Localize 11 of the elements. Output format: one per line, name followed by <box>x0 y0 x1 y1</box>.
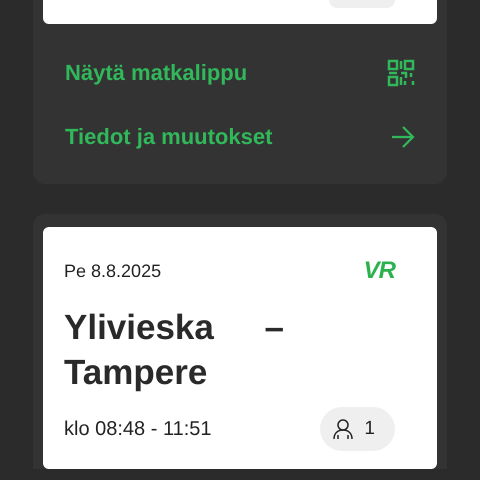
passenger-count: 1 <box>364 418 375 440</box>
person-icon <box>332 418 354 440</box>
trip-date: Pe 8.8.2025 <box>64 260 162 282</box>
action-link[interactable]: Tiedot ja muutokset <box>65 116 415 158</box>
trip-route: Ylivieska – Tampere <box>64 307 284 394</box>
arrow-right-icon <box>391 126 415 148</box>
logo: VR <box>364 257 395 285</box>
trip-time: klo 08:48 - 11:51 <box>64 418 212 440</box>
qr-code-icon <box>387 59 415 87</box>
trip-card[interactable]: Pe 8.8.2025 VR Ylivieska – Tampere klo 08:48 - 11:51 1 <box>43 227 437 469</box>
action-link[interactable]: Näytä matkalippu <box>65 52 415 94</box>
